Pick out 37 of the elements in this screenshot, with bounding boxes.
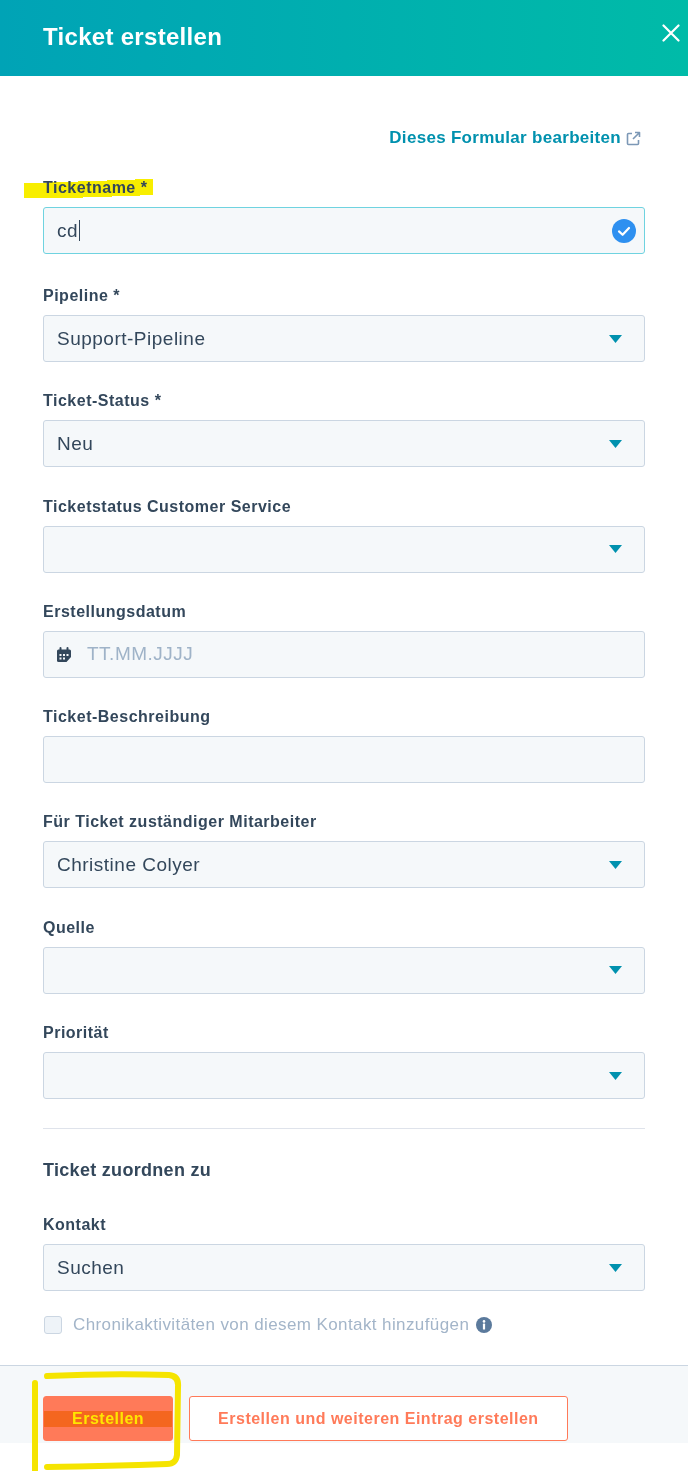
close-icon: [662, 24, 680, 42]
caret-icon: [609, 334, 622, 343]
text-field[interactable]: [43, 736, 645, 784]
text-cursor: [79, 220, 81, 241]
caret-icon: [609, 861, 622, 869]
field-label: Priorität: [43, 1023, 109, 1044]
dropdown[interactable]: Christine Colyer: [43, 841, 645, 889]
caret-icon: [609, 545, 622, 554]
close-button[interactable]: [662, 24, 680, 42]
field-label: Ticket-Status *: [43, 391, 162, 412]
dropdown[interactable]: [43, 946, 645, 994]
caret-icon: [609, 966, 622, 975]
section-heading: Ticket zuordnen zu: [43, 1160, 212, 1181]
dialog-title: Ticket erstellen: [43, 22, 223, 51]
edit-form-link[interactable]: Dieses Formular bearbeiten: [389, 128, 641, 148]
field-label: Ticketstatus Customer Service: [43, 496, 292, 517]
checkbox-label: Chronikaktivitäten von diesem Kontakt hinzufügen: [73, 1315, 470, 1336]
dropdown[interactable]: [43, 1052, 645, 1100]
caret-icon: [609, 1071, 622, 1080]
field-label: Pipeline *: [43, 286, 121, 306]
external-link-icon: [626, 130, 641, 146]
dropdown[interactable]: Support-Pipeline: [43, 315, 645, 362]
info-icon[interactable]: [476, 1317, 493, 1334]
field-label: Kontakt: [43, 1215, 107, 1236]
check-icon: [612, 218, 636, 243]
dropdown[interactable]: Neu: [43, 420, 645, 468]
caret-icon: [609, 1263, 622, 1272]
dropdown[interactable]: [43, 525, 645, 573]
field-label: Ticket-Beschreibung: [43, 707, 211, 728]
field-label: Ticketname *: [24, 178, 154, 198]
field-label: Quelle: [43, 917, 95, 938]
caret-icon: [609, 439, 622, 448]
dropdown[interactable]: Suchen: [43, 1244, 645, 1292]
field-label: Erstellungsdatum: [43, 601, 187, 622]
text-field[interactable]: cd: [43, 207, 645, 254]
field-label: Für Ticket zuständiger Mitarbeiter: [43, 812, 317, 833]
date-field[interactable]: TT.MM.JJJJ: [43, 630, 645, 678]
